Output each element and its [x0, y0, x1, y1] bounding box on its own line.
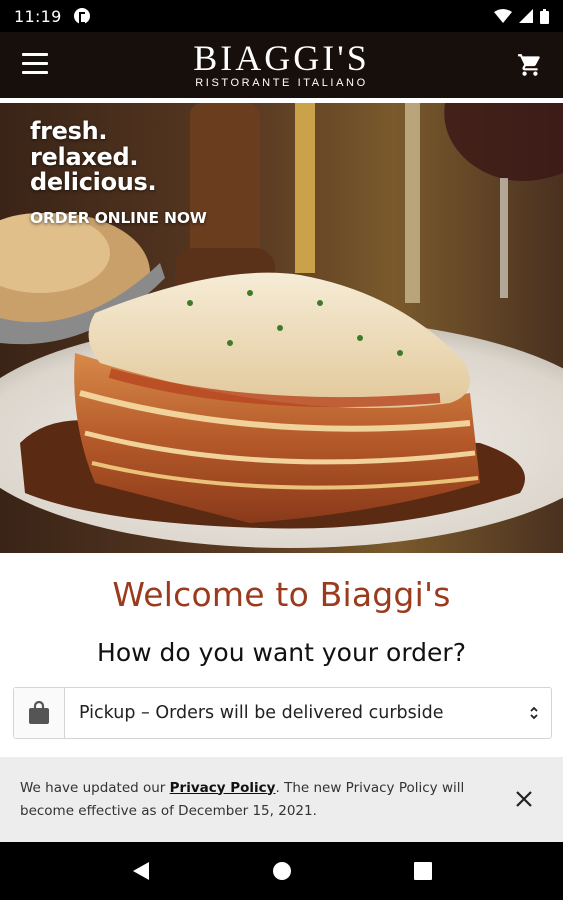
back-icon[interactable] — [121, 851, 161, 891]
hero-banner[interactable]: fresh. relaxed. delicious. ORDER ONLINE … — [0, 103, 563, 553]
tagline-line: delicious. — [30, 168, 157, 196]
tagline-line: fresh. — [30, 117, 108, 145]
app-header: BIAGGI'S RISTORANTE ITALIANO — [0, 32, 563, 98]
hero-text: fresh. relaxed. delicious. ORDER ONLINE … — [30, 117, 207, 227]
logo[interactable]: BIAGGI'S RISTORANTE ITALIANO — [193, 37, 370, 90]
select-icon-box — [14, 688, 65, 738]
system-nav-bar — [0, 842, 563, 900]
logo-wordmark: BIAGGI'S — [193, 37, 370, 78]
privacy-banner: We have updated our Privacy Policy. The … — [0, 757, 563, 842]
status-time: 11:19 — [14, 6, 62, 26]
order-type-question: How do you want your order? — [97, 638, 466, 667]
shopping-bag-icon — [29, 701, 49, 724]
welcome-title: Welcome to Biaggi's — [112, 575, 451, 614]
signal-icon — [519, 9, 533, 23]
status-bar: 11:19 — [0, 0, 563, 32]
status-icons — [494, 8, 549, 24]
close-icon[interactable] — [515, 790, 533, 808]
wifi-icon — [494, 9, 512, 23]
select-arrows-icon — [517, 688, 551, 738]
tagline-line: relaxed. — [30, 142, 139, 171]
app-notification-icon — [73, 8, 90, 24]
privacy-notice: We have updated our Privacy Policy. The … — [20, 777, 485, 823]
battery-icon — [540, 8, 549, 24]
recents-icon[interactable] — [403, 851, 443, 891]
home-icon[interactable] — [262, 851, 302, 891]
logo-subtitle: RISTORANTE ITALIANO — [195, 76, 368, 89]
privacy-text-before: We have updated our — [20, 779, 170, 796]
privacy-policy-link[interactable]: Privacy Policy — [170, 780, 276, 796]
order-online-link[interactable]: ORDER ONLINE NOW — [30, 209, 207, 227]
shopping-cart-icon[interactable] — [517, 52, 543, 78]
order-type-select[interactable]: Pickup – Orders will be delivered curbsi… — [13, 687, 552, 739]
order-type-value: Pickup – Orders will be delivered curbsi… — [79, 703, 444, 723]
hamburger-menu-icon[interactable] — [22, 53, 48, 77]
hero-tagline: fresh. relaxed. delicious. — [30, 117, 207, 196]
